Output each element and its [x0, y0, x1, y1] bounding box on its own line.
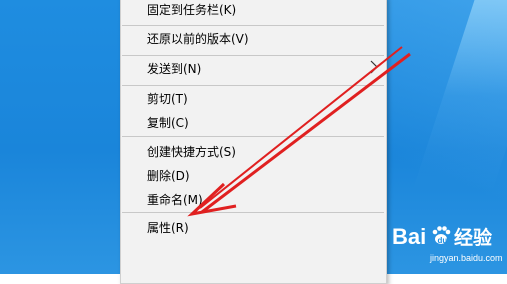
svg-text:du: du [438, 236, 448, 245]
arrow-shaft [201, 52, 411, 214]
arrow-head-icon [187, 182, 237, 217]
watermark-url: jingyan.baidu.com [430, 253, 503, 263]
paw-icon: du [432, 226, 451, 245]
baidu-jingyan-watermark: Bai du 经验 jingyan.baidu.com [392, 222, 503, 268]
logo-jingyan-text: 经验 [454, 226, 493, 249]
arrow-shaft-outline [199, 46, 403, 209]
baidu-jingyan-logo: Bai du 经验 [392, 224, 493, 249]
logo-bai-text: Bai [392, 224, 426, 249]
